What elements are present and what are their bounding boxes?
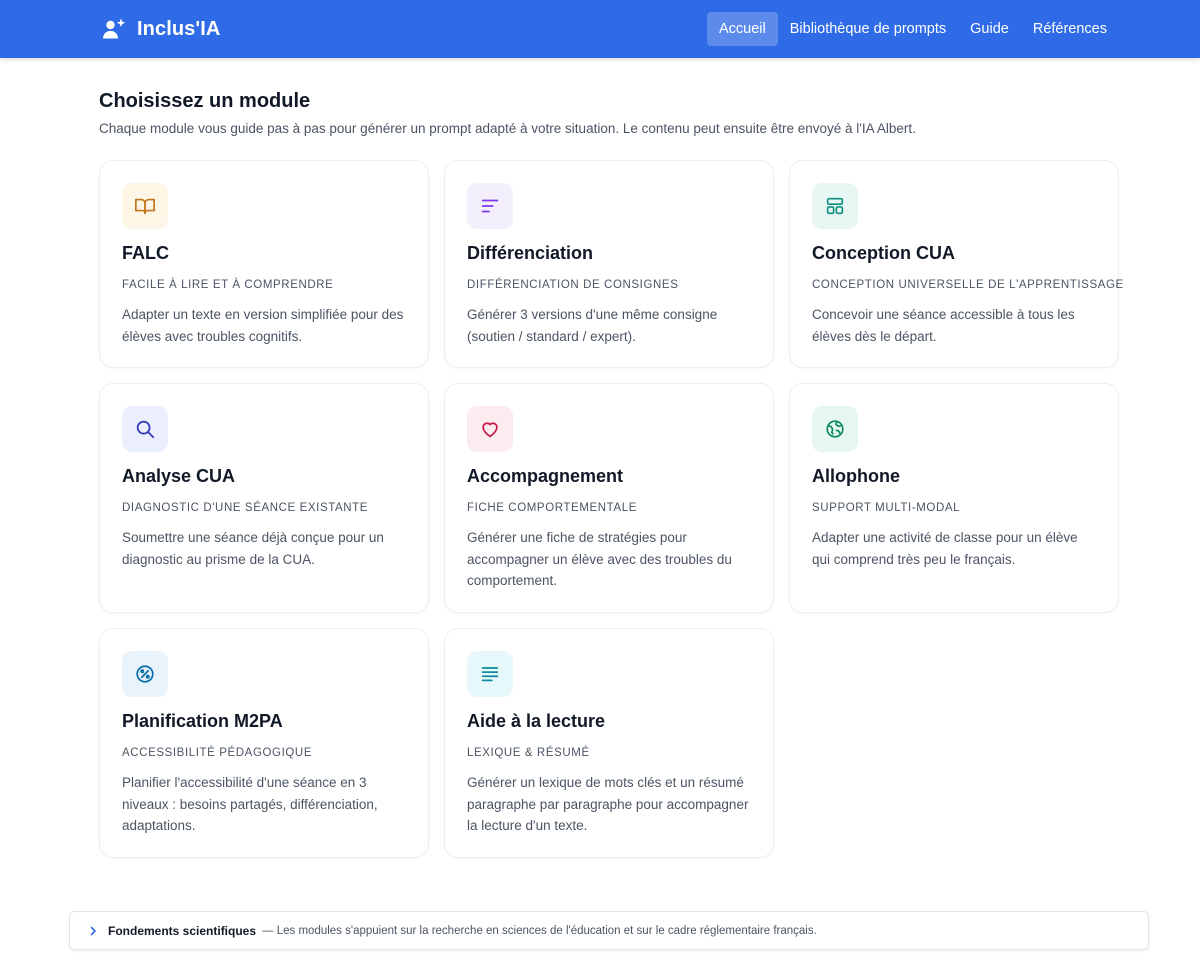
module-card-conception-cua[interactable]: Conception CUA Conception universelle de… bbox=[789, 160, 1123, 368]
brand[interactable]: Inclus'IA bbox=[101, 14, 220, 44]
nav-references[interactable]: Références bbox=[1021, 12, 1119, 46]
module-icon-box bbox=[467, 651, 513, 697]
module-title: Planification M2PA bbox=[122, 711, 283, 731]
module-title: Différenciation bbox=[467, 243, 594, 263]
module-subtitle: Facile à lire et à comprendre bbox=[122, 279, 334, 291]
nav-bibliotheque-prompts[interactable]: Bibliothèque de prompts bbox=[778, 12, 958, 46]
module-subtitle: Fiche comportementale bbox=[467, 502, 637, 514]
heart-icon bbox=[482, 422, 498, 438]
module-subtitle: Conception universelle de l'apprentissag… bbox=[812, 279, 1124, 291]
module-title: FALC bbox=[122, 243, 169, 263]
module-subtitle: Différenciation de consignes bbox=[467, 279, 679, 291]
nav-guide[interactable]: Guide bbox=[958, 12, 1021, 46]
module-description: Adapter une activité de classe pour un é… bbox=[812, 530, 1078, 567]
module-description: Générer une fiche de stratégies pour acc… bbox=[467, 530, 732, 588]
book-open-icon bbox=[135, 198, 155, 215]
page-title: Choisissez un module bbox=[99, 90, 311, 112]
module-card-allophone[interactable]: Allophone Support multi-modal Adapter un… bbox=[789, 383, 1119, 613]
module-subtitle: Diagnostic d'une séance existante bbox=[122, 502, 369, 514]
fondements-scientifiques-toggle[interactable]: Fondements scientifiques — Les modules s… bbox=[69, 911, 1149, 950]
module-icon-box bbox=[467, 183, 513, 229]
module-title: Accompagnement bbox=[467, 466, 624, 486]
module-title: Analyse CUA bbox=[122, 466, 236, 486]
globe-icon bbox=[826, 420, 844, 438]
module-card-differenciation[interactable]: Différenciation Différenciation de consi… bbox=[444, 160, 774, 368]
module-card-accompagnement[interactable]: Accompagnement Fiche comportementale Gén… bbox=[444, 383, 774, 613]
text-lines-icon bbox=[481, 667, 499, 682]
compass-icon bbox=[136, 665, 154, 683]
module-description: Concevoir une séance accessible à tous l… bbox=[812, 307, 1075, 344]
module-card-aide-lecture[interactable]: Aide à la lecture Lexique & résumé Génér… bbox=[444, 628, 774, 858]
app-name: Inclus'IA bbox=[137, 17, 221, 40]
module-icon-box bbox=[812, 183, 858, 229]
layout-icon bbox=[826, 197, 844, 215]
footer-title: Fondements scientifiques bbox=[108, 923, 257, 938]
main-nav: Accueil Bibliothèque de prompts Guide Ré… bbox=[707, 12, 1119, 46]
module-card-falc[interactable]: FALC Facile à lire et à comprendre Adapt… bbox=[99, 160, 429, 368]
module-description: Générer un lexique de mots clés et un ré… bbox=[467, 775, 749, 833]
module-card-planification-m2pa[interactable]: Planification M2PA Accessibilité pédagog… bbox=[99, 628, 429, 858]
users-sparkle-icon bbox=[103, 18, 126, 39]
page-subtitle: Chaque module vous guide pas à pas pour … bbox=[99, 121, 916, 136]
module-subtitle: Accessibilité pédagogique bbox=[122, 747, 313, 759]
bars-left-icon bbox=[481, 199, 499, 213]
module-icon-box bbox=[467, 406, 513, 452]
module-icon-box bbox=[122, 651, 168, 697]
module-description: Soumettre une séance déjà conçue pour un… bbox=[122, 530, 384, 567]
module-subtitle: Lexique & résumé bbox=[467, 747, 590, 759]
nav-accueil[interactable]: Accueil bbox=[707, 12, 778, 46]
module-icon-box bbox=[812, 406, 858, 452]
module-title: Aide à la lecture bbox=[467, 711, 606, 731]
top-navbar: Inclus'IA Accueil Bibliothèque de prompt… bbox=[0, 0, 1200, 58]
module-title: Conception CUA bbox=[812, 243, 955, 263]
module-description: Générer 3 versions d'une même consigne (… bbox=[467, 307, 718, 344]
module-icon-box bbox=[122, 406, 168, 452]
footer-text: — Les modules s'appuient sur la recherch… bbox=[262, 924, 817, 937]
module-card-analyse-cua[interactable]: Analyse CUA Diagnostic d'une séance exis… bbox=[99, 383, 429, 613]
search-icon bbox=[136, 420, 155, 439]
module-description: Adapter un texte en version simplifiée p… bbox=[122, 307, 404, 344]
module-subtitle: Support multi-modal bbox=[812, 502, 961, 514]
chevron-right-icon bbox=[90, 926, 96, 935]
module-description: Planifier l'accessibilité d'une séance e… bbox=[122, 775, 378, 833]
module-title: Allophone bbox=[812, 466, 900, 486]
module-icon-box bbox=[122, 183, 168, 229]
